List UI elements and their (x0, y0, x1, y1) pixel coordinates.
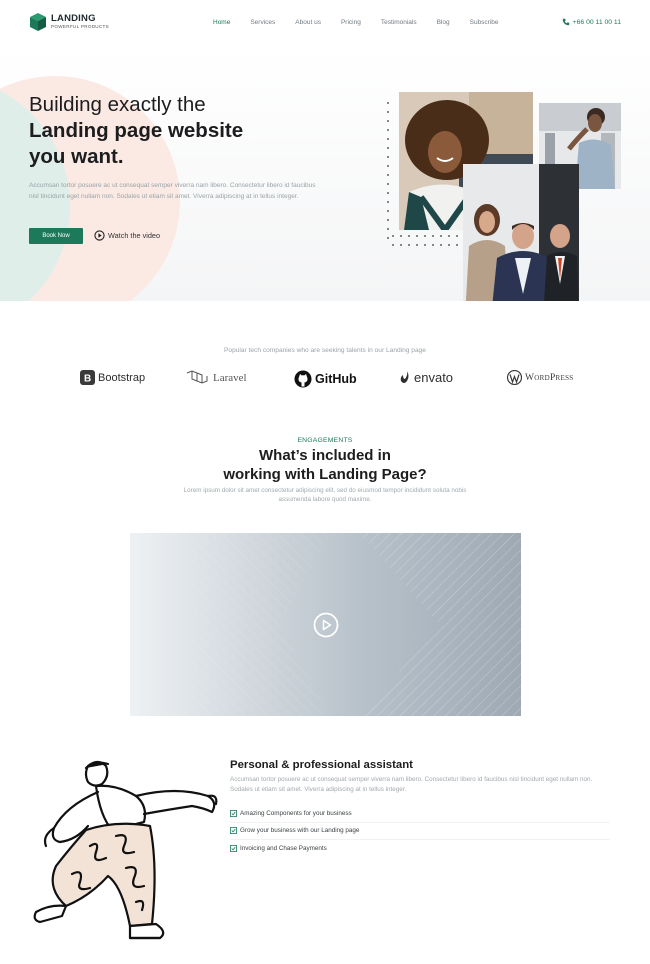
engagements-description: Lorem ipsum dolor sit amet consectetur a… (183, 487, 467, 503)
brand-laravel[interactable]: Laravel (186, 370, 247, 386)
engagements-title-line1: What’s included in (259, 447, 391, 464)
hero-title: Building exactly the Landing page websit… (29, 92, 349, 170)
nav-item-blog[interactable]: Blog (437, 19, 450, 26)
list-item: Invoicing and Chase Payments (230, 840, 610, 858)
svg-text:B: B (84, 374, 91, 385)
engagements-label: ENGAGEMENTS (297, 437, 353, 444)
checkbox-icon (230, 809, 237, 817)
list-item: Amazing Components for your business (230, 805, 610, 823)
brand-wordpress[interactable]: WordPress (507, 370, 573, 385)
nav-item-subscribe[interactable]: Subscribe (470, 19, 499, 26)
hero-photo-team (463, 164, 579, 301)
hero-title-line3: you want. (29, 145, 124, 168)
companies-caption: Popular tech companies who are seeking t… (224, 347, 426, 354)
engagements-title-line2: working with Landing Page? (223, 466, 427, 483)
feature-label: Invoicing and Chase Payments (240, 845, 327, 853)
assistant-title: Personal & professional assistant (230, 759, 413, 771)
brand-wordpress-name: WordPress (525, 372, 574, 383)
bootstrap-logo-icon: B (80, 370, 95, 385)
phone-link[interactable]: +66 00 11 00 11 (562, 18, 621, 26)
feature-label: Amazing Components for your business (240, 809, 352, 817)
hero-title-line1: Building exactly the (29, 93, 206, 116)
nav-item-pricing[interactable]: Pricing (341, 19, 361, 26)
list-item: Grow your business with our Landing page (230, 823, 610, 840)
logo-title: LANDING (51, 13, 96, 25)
wordpress-logo-icon (507, 370, 522, 385)
brand-envato[interactable]: envato (400, 370, 453, 385)
brand-laravel-name: Laravel (213, 372, 247, 384)
hero-dot-pattern-horizontal (392, 235, 458, 246)
nav-item-services[interactable]: Services (250, 19, 275, 26)
hero-dot-pattern-vertical (387, 102, 389, 239)
feature-label: Grow your business with our Landing page (240, 827, 360, 835)
logo[interactable]: LANDING POWERFUL PRODUCTS (29, 12, 109, 32)
feature-list: Amazing Components for your business Gro… (230, 805, 610, 858)
hero-description: Accumsan tortor posuere ac ut consequat … (29, 182, 316, 200)
brand-github[interactable]: GitHub (294, 370, 357, 388)
brand-github-name: GitHub (315, 372, 357, 386)
phone-icon (562, 18, 569, 26)
phone-number: +66 00 11 00 11 (572, 18, 621, 26)
envato-logo-icon (400, 371, 409, 383)
assistant-description: Accumsan tortor posuere ac ut consequat … (230, 776, 593, 793)
brand-envato-name: envato (414, 370, 454, 385)
hero-section: Building exactly the Landing page websit… (0, 46, 650, 301)
main-nav: Home Services About us Pricing Testimoni… (213, 19, 519, 26)
video-play-button-icon[interactable] (313, 612, 339, 638)
logo-subtitle: POWERFUL PRODUCTS (51, 23, 110, 29)
nav-item-testimonials[interactable]: Testimonials (381, 19, 417, 26)
cube-logo-icon (30, 13, 46, 31)
laravel-logo-icon (186, 370, 208, 384)
checkbox-icon (230, 827, 237, 835)
brand-bootstrap[interactable]: B Bootstrap (80, 370, 145, 385)
nav-item-home[interactable]: Home (213, 19, 230, 26)
checkbox-icon (230, 845, 237, 853)
book-now-button[interactable]: Book Now (29, 228, 83, 244)
engagements-title: What’s included in working with Landing … (0, 446, 650, 484)
watch-video-label: Watch the video (108, 231, 161, 240)
site-header: LANDING POWERFUL PRODUCTS Home Services … (0, 0, 650, 46)
github-logo-icon (294, 370, 312, 388)
brand-bootstrap-name: Bootstrap (98, 371, 146, 384)
play-circle-icon (94, 230, 105, 241)
dancing-man-illustration (33, 760, 218, 940)
hero-title-line2: Landing page website (29, 119, 244, 142)
nav-item-about-us[interactable]: About us (295, 19, 321, 26)
watch-video-link[interactable]: Watch the video (94, 230, 160, 241)
